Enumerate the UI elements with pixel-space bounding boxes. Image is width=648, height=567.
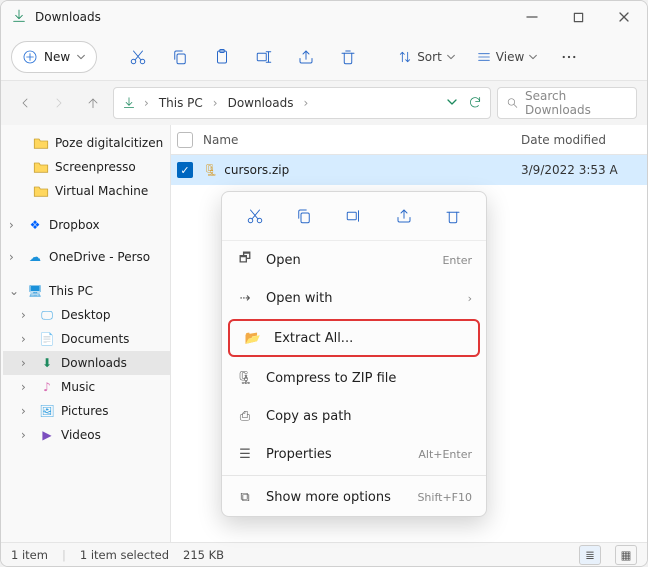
view-button[interactable]: View: [468, 39, 546, 75]
address-bar[interactable]: › This PC › Downloads ›: [113, 87, 491, 119]
chevron-right-icon: ›: [299, 96, 312, 110]
sidebar-item-downloads[interactable]: ›⬇Downloads: [3, 351, 170, 375]
select-all-checkbox[interactable]: [177, 132, 193, 148]
sidebar-item-dropbox[interactable]: ›❖Dropbox: [3, 213, 170, 237]
selection-size: 215 KB: [183, 548, 224, 562]
chevron-down-icon[interactable]: [446, 96, 458, 111]
more-options-icon: ⧉: [236, 490, 254, 505]
back-button[interactable]: [11, 89, 39, 117]
ctx-delete-icon[interactable]: [435, 200, 471, 232]
chevron-right-icon: ›: [140, 96, 153, 110]
command-bar: New Sort View: [1, 33, 647, 81]
tiles-view-button[interactable]: ▦: [615, 545, 637, 565]
sidebar-item-onedrive[interactable]: ›☁OneDrive - Perso: [3, 245, 170, 269]
window-icon: [11, 8, 27, 27]
breadcrumb-root[interactable]: This PC: [157, 96, 205, 110]
chevron-right-icon: ›: [468, 292, 472, 305]
breadcrumb-current[interactable]: Downloads: [226, 96, 296, 110]
file-checkbox[interactable]: ✓: [177, 162, 193, 178]
sidebar-item-music[interactable]: ›♪Music: [3, 375, 170, 399]
ctx-show-more[interactable]: ⧉ Show more options Shift+F10: [222, 478, 486, 516]
sidebar-item-thispc[interactable]: ⌄🖥This PC: [3, 279, 170, 303]
minimize-button[interactable]: [509, 1, 555, 33]
address-row: › This PC › Downloads › Search Downloads: [1, 81, 647, 125]
item-count: 1 item: [11, 548, 48, 562]
ctx-copy-path[interactable]: ⎙ Copy as path: [222, 397, 486, 435]
file-row[interactable]: ✓ 🗜 cursors.zip 3/9/2022 3:53 A: [171, 155, 647, 185]
copy-path-icon: ⎙: [236, 409, 254, 424]
rename-icon[interactable]: [245, 39, 283, 75]
column-headers: Name Date modified: [171, 125, 647, 155]
sort-button[interactable]: Sort: [389, 39, 464, 75]
maximize-button[interactable]: [555, 1, 601, 33]
new-label: New: [44, 50, 70, 64]
sidebar-item-documents[interactable]: ›📄Documents: [3, 327, 170, 351]
context-menu: 🗗 Open Enter ⇢ Open with › 📂 Extract All…: [221, 191, 487, 517]
copy-icon[interactable]: [161, 39, 199, 75]
chevron-right-icon: ›: [209, 96, 222, 110]
paste-icon[interactable]: [203, 39, 241, 75]
up-button[interactable]: [79, 89, 107, 117]
details-view-button[interactable]: ≣: [579, 545, 601, 565]
file-name: cursors.zip: [224, 163, 289, 177]
search-input[interactable]: Search Downloads: [497, 87, 637, 119]
ctx-properties[interactable]: ☰ Properties Alt+Enter: [222, 435, 486, 473]
open-icon: 🗗: [236, 249, 254, 271]
close-button[interactable]: [601, 1, 647, 33]
sidebar-item-poze[interactable]: Poze digitalcitizen: [3, 131, 170, 155]
compress-icon: 🗜: [236, 371, 254, 386]
sidebar-item-desktop[interactable]: ›🖵Desktop: [3, 303, 170, 327]
sidebar-item-videos[interactable]: ›▶Videos: [3, 423, 170, 447]
column-date[interactable]: Date modified: [521, 133, 641, 147]
zip-file-icon: 🗜: [203, 163, 218, 177]
ctx-extract-all[interactable]: 📂 Extract All...: [228, 319, 480, 357]
new-button[interactable]: New: [11, 41, 97, 73]
sidebar-item-pictures[interactable]: ›🖼Pictures: [3, 399, 170, 423]
sidebar-item-vm[interactable]: Virtual Machine: [3, 179, 170, 203]
column-name[interactable]: Name: [203, 133, 511, 147]
ctx-share-icon[interactable]: [386, 200, 422, 232]
properties-icon: ☰: [236, 447, 254, 462]
search-icon: [506, 96, 519, 110]
file-date: 3/9/2022 3:53 A: [521, 163, 641, 177]
ctx-copy-icon[interactable]: [286, 200, 322, 232]
delete-icon[interactable]: [329, 39, 367, 75]
status-bar: 1 item | 1 item selected 215 KB ≣ ▦: [1, 542, 647, 566]
more-button[interactable]: [550, 39, 588, 75]
title-bar: Downloads: [1, 1, 647, 33]
sidebar-item-screenpresso[interactable]: Screenpresso: [3, 155, 170, 179]
ctx-rename-icon[interactable]: [336, 200, 372, 232]
selection-text: 1 item selected: [80, 548, 169, 562]
ctx-open[interactable]: 🗗 Open Enter: [222, 241, 486, 279]
refresh-icon[interactable]: [468, 95, 482, 112]
share-icon[interactable]: [287, 39, 325, 75]
ctx-cut-icon[interactable]: [237, 200, 273, 232]
ctx-open-with[interactable]: ⇢ Open with ›: [222, 279, 486, 317]
navigation-tree: Poze digitalcitizen Screenpresso Virtual…: [1, 125, 171, 542]
ctx-compress[interactable]: 🗜 Compress to ZIP file: [222, 359, 486, 397]
cut-icon[interactable]: [119, 39, 157, 75]
window-title: Downloads: [35, 10, 101, 24]
open-with-icon: ⇢: [236, 291, 254, 306]
search-placeholder: Search Downloads: [525, 89, 628, 117]
forward-button[interactable]: [45, 89, 73, 117]
extract-icon: 📂: [244, 331, 262, 346]
